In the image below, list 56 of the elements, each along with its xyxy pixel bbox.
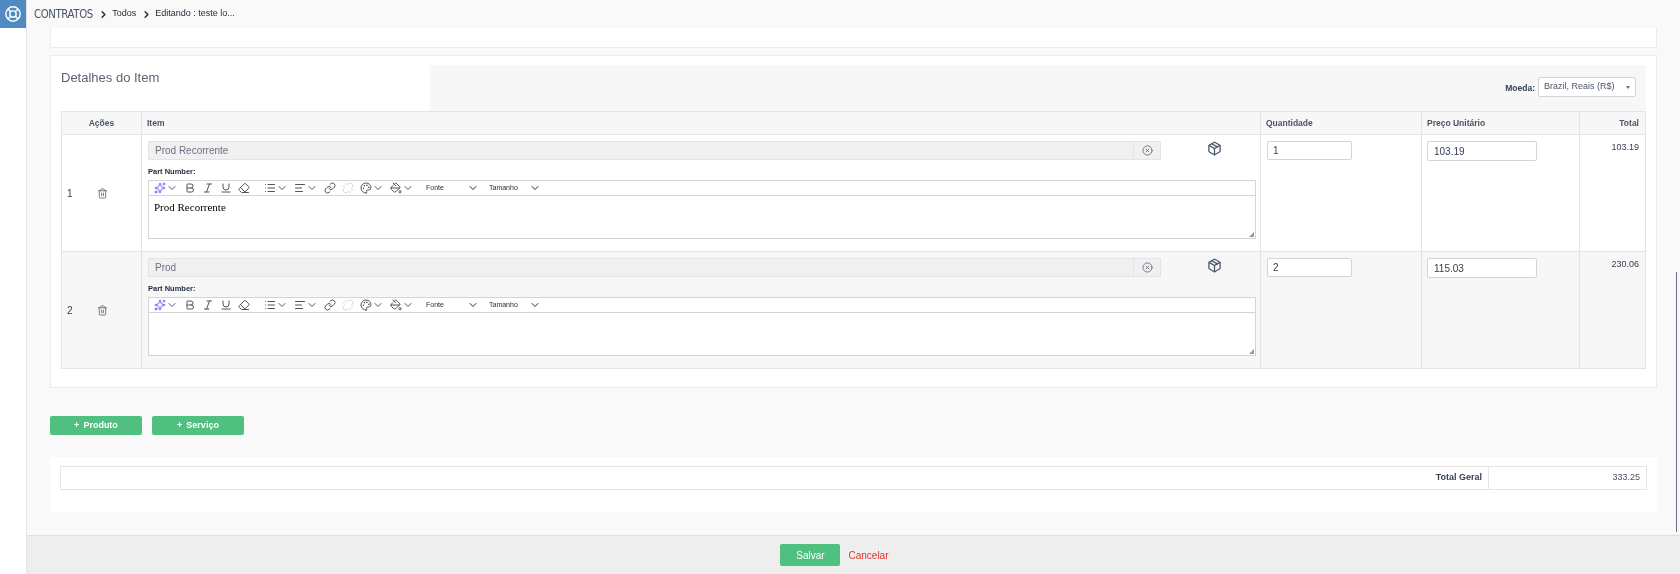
palette-icon[interactable] [360,182,372,195]
palette-icon[interactable] [360,299,372,312]
link-icon[interactable] [324,182,336,195]
bold-icon[interactable] [184,299,196,312]
italic-icon[interactable] [202,299,214,312]
resize-handle-icon[interactable] [1249,232,1254,238]
editor-text: Prod Recorrente [153,200,227,216]
row-total: 230.06 [1611,258,1639,271]
align-icon[interactable] [294,182,306,195]
quantity-field[interactable]: 1 [1267,141,1352,160]
trash-icon[interactable] [97,187,108,199]
list-icon[interactable] [264,299,276,312]
column-header: Quantidade [1266,116,1313,130]
item-field[interactable]: Prod [148,258,1161,277]
align-icon[interactable] [294,299,306,312]
unit-price-field[interactable]: 103.19 [1427,141,1537,161]
fill-icon[interactable] [390,182,402,195]
sparkle-icon[interactable] [154,182,166,195]
eraser-icon[interactable] [238,182,250,195]
currency-select[interactable]: Brazil, Reais (R$) [1538,77,1636,97]
section-title: Detalhes do Item [61,69,161,87]
italic-icon[interactable] [202,182,214,195]
grand-total: 333.25 [1612,471,1640,485]
scrollbar[interactable] [1676,272,1677,532]
column-header: Preço Unitário [1427,116,1486,130]
quantity-field[interactable]: 2 [1267,258,1352,277]
lifebuoy-icon [4,5,22,23]
breadcrumb-item[interactable]: Editando : teste lo... [155,7,235,21]
column-header: Ações [88,116,115,130]
app-logo[interactable] [0,0,26,28]
unit-price-field[interactable]: 115.03 [1427,258,1537,278]
underline-icon[interactable] [220,182,232,195]
clear-icon[interactable] [1141,262,1153,273]
bold-icon[interactable] [184,182,196,195]
list-icon[interactable] [264,182,276,195]
currency-label: Moeda: [1505,82,1535,95]
resize-handle-icon[interactable] [1249,349,1254,355]
trash-icon[interactable] [97,304,108,316]
underline-icon[interactable] [220,299,232,312]
item-field[interactable]: Prod Recorrente [148,141,1161,160]
sparkle-icon[interactable] [154,299,166,312]
column-header: Item [147,116,165,130]
clear-icon[interactable] [1141,145,1153,156]
box-icon[interactable] [1207,258,1222,273]
box-icon[interactable] [1207,141,1222,156]
row-number: 2 [67,303,74,318]
column-header: Total [1619,116,1639,130]
row-number: 1 [67,186,74,201]
link-icon[interactable] [324,299,336,312]
cancel-link[interactable]: Cancelar [848,547,889,563]
row-total: 103.19 [1611,141,1639,154]
fill-icon[interactable] [390,299,402,312]
eraser-icon[interactable] [238,299,250,312]
breadcrumb-item[interactable]: Todos [112,7,137,21]
module-title[interactable]: CONTRATOS [34,5,93,23]
total-label: Total Geral [1435,471,1482,485]
